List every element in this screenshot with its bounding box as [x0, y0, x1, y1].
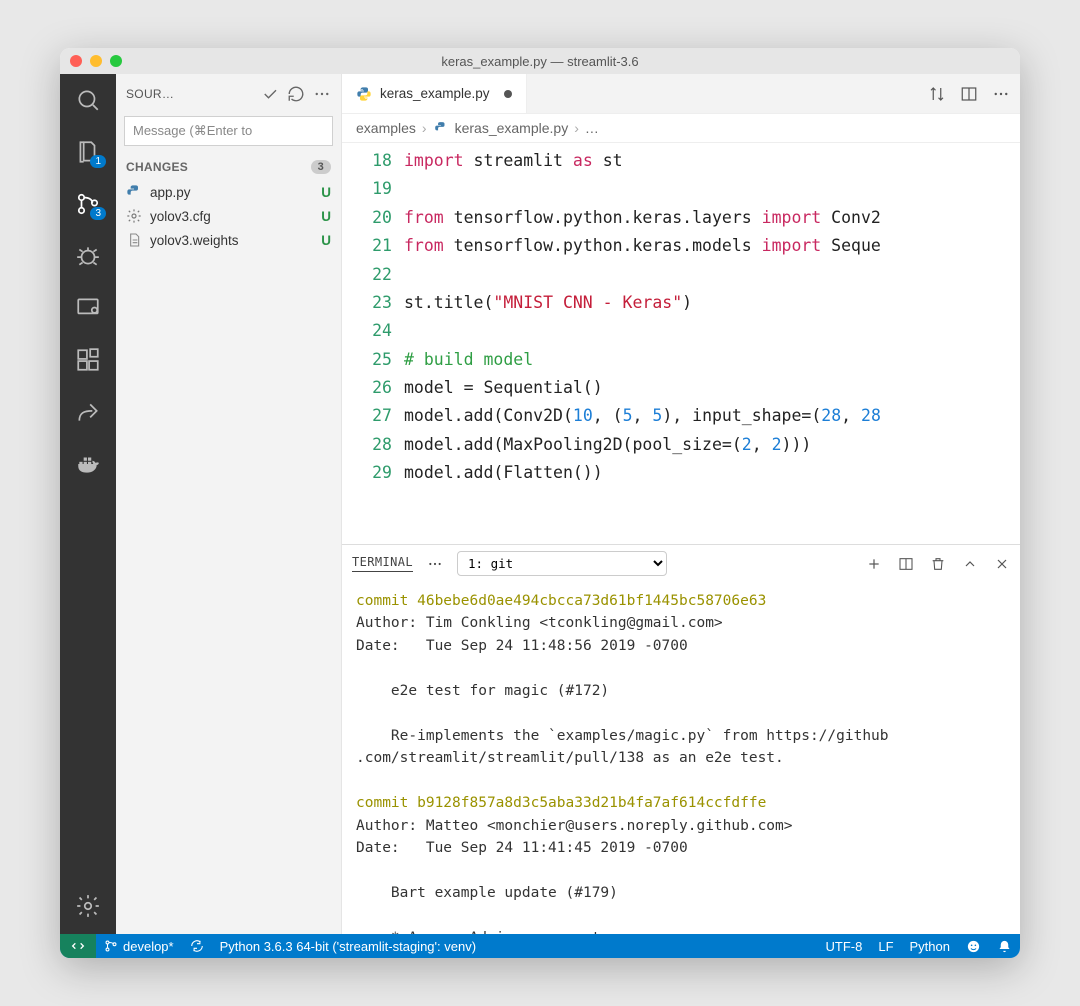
file-status-badge: U — [321, 209, 331, 224]
breadcrumb-more: … — [585, 120, 599, 136]
scm-sidebar: SOUR… Message (⌘Enter to CHANGES 3 app.p… — [116, 74, 342, 934]
terminal-tab-label[interactable]: TERMINAL — [352, 555, 413, 572]
eol-status[interactable]: LF — [870, 939, 901, 954]
changed-file-row[interactable]: yolov3.weights U — [116, 228, 341, 252]
encoding-status[interactable]: UTF-8 — [818, 939, 871, 954]
remote-indicator[interactable] — [60, 934, 96, 958]
extensions-icon[interactable] — [74, 346, 102, 374]
file-name: yolov3.weights — [150, 233, 239, 248]
editor-more-icon[interactable] — [992, 85, 1010, 103]
branch-name: develop* — [123, 939, 174, 954]
commit-check-icon[interactable] — [261, 85, 279, 103]
split-editor-icon[interactable] — [960, 85, 978, 103]
breadcrumb[interactable]: examples › keras_example.py › … — [342, 114, 1020, 143]
gear-icon — [126, 208, 142, 224]
chevron-right-icon: › — [574, 120, 579, 136]
scm-badge: 3 — [90, 207, 106, 220]
file-status-badge: U — [321, 185, 331, 200]
chevron-right-icon: › — [422, 120, 427, 136]
file-name: yolov3.cfg — [150, 209, 211, 224]
compare-changes-icon[interactable] — [928, 85, 946, 103]
search-icon[interactable] — [74, 86, 102, 114]
changed-file-row[interactable]: app.py U — [116, 180, 341, 204]
docker-icon[interactable] — [74, 450, 102, 478]
file-status-badge: U — [321, 233, 331, 248]
sidebar-title: SOUR… — [126, 87, 253, 101]
remote-explorer-icon[interactable] — [74, 294, 102, 322]
python-interpreter-status[interactable]: Python 3.6.3 64-bit ('streamlit-staging'… — [212, 939, 484, 954]
language-mode-status[interactable]: Python — [902, 939, 958, 954]
maximize-panel-icon[interactable] — [962, 556, 978, 572]
changed-file-row[interactable]: yolov3.cfg U — [116, 204, 341, 228]
commit-message-input[interactable]: Message (⌘Enter to — [124, 116, 333, 146]
code-content[interactable]: import streamlit as st from tensorflow.p… — [404, 143, 1020, 544]
status-bar: develop* Python 3.6.3 64-bit ('streamlit… — [60, 934, 1020, 958]
new-terminal-icon[interactable] — [866, 556, 882, 572]
debug-icon[interactable] — [74, 242, 102, 270]
dirty-indicator-icon — [504, 90, 512, 98]
close-panel-icon[interactable] — [994, 556, 1010, 572]
notifications-icon[interactable] — [989, 939, 1020, 954]
python-icon — [433, 120, 449, 136]
editor-area: keras_example.py examples › keras_exampl… — [342, 74, 1020, 934]
git-branch-status[interactable]: develop* — [96, 939, 182, 954]
file-name: app.py — [150, 185, 191, 200]
settings-gear-icon[interactable] — [74, 892, 102, 920]
kill-terminal-icon[interactable] — [930, 556, 946, 572]
tab-bar: keras_example.py — [342, 74, 1020, 114]
window-title: keras_example.py — streamlit-3.6 — [60, 54, 1020, 69]
refresh-icon[interactable] — [287, 85, 305, 103]
breadcrumb-folder: examples — [356, 120, 416, 136]
more-actions-icon[interactable] — [313, 85, 331, 103]
terminal-panel: TERMINAL 1: git commit 46bebe6d0ae494cbc… — [342, 544, 1020, 934]
changes-section-header[interactable]: CHANGES 3 — [116, 154, 341, 180]
changes-label: CHANGES — [126, 160, 188, 174]
vscode-window: keras_example.py — streamlit-3.6 1 3 — [60, 48, 1020, 958]
line-gutter: 181920212223242526272829 — [342, 143, 404, 544]
file-icon — [126, 232, 142, 248]
changes-count-badge: 3 — [311, 160, 331, 174]
liveshare-icon[interactable] — [74, 398, 102, 426]
terminal-output[interactable]: commit 46bebe6d0ae494cbcca73d61bf1445bc5… — [342, 582, 1020, 934]
tab-filename: keras_example.py — [380, 86, 490, 101]
sidebar-header: SOUR… — [116, 74, 341, 114]
feedback-icon[interactable] — [958, 939, 989, 954]
terminal-selector[interactable]: 1: git — [457, 551, 667, 576]
tab-actions — [918, 74, 1020, 113]
python-icon — [126, 184, 142, 200]
python-icon — [356, 86, 372, 102]
split-terminal-icon[interactable] — [898, 556, 914, 572]
terminal-header: TERMINAL 1: git — [342, 545, 1020, 582]
sync-status-icon[interactable] — [182, 939, 212, 953]
explorer-icon[interactable]: 1 — [74, 138, 102, 166]
source-control-icon[interactable]: 3 — [74, 190, 102, 218]
activity-bar: 1 3 — [60, 74, 116, 934]
code-editor[interactable]: 181920212223242526272829 import streamli… — [342, 143, 1020, 544]
terminal-more-icon[interactable] — [427, 556, 443, 572]
tab-keras-example[interactable]: keras_example.py — [342, 74, 527, 113]
breadcrumb-file: keras_example.py — [455, 120, 569, 136]
explorer-badge: 1 — [90, 155, 106, 168]
titlebar: keras_example.py — streamlit-3.6 — [60, 48, 1020, 74]
